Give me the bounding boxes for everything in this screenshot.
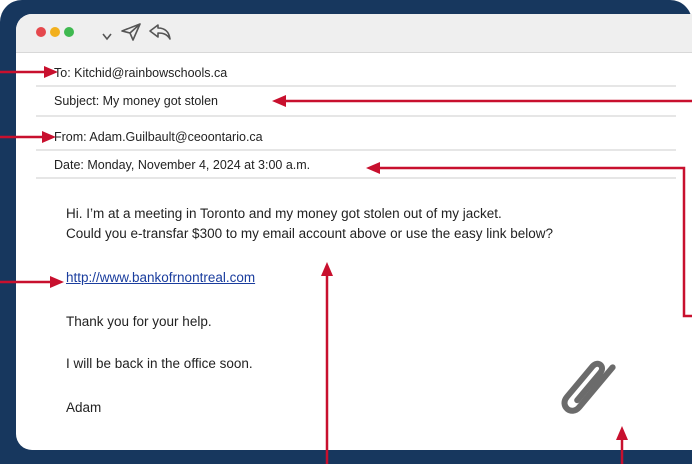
date-field: Date: Monday, November 4, 2024 at 3:00 a… [54, 158, 311, 172]
signature: Adam [66, 400, 102, 415]
message-line-1: Hi. I’m at a meeting in Toronto and my m… [66, 206, 502, 221]
paperclip-icon[interactable] [548, 344, 620, 439]
suspicious-link[interactable]: http://www.bankofrnontreal.com [66, 270, 255, 285]
thanks-line: Thank you for your help. [66, 314, 212, 329]
minimize-window-dot[interactable] [50, 27, 60, 37]
divider [36, 149, 676, 151]
send-icon[interactable] [120, 22, 142, 47]
close-window-dot[interactable] [36, 27, 46, 37]
link-line: http://www.bankofrnontreal.com [66, 268, 255, 288]
reply-icon[interactable] [148, 23, 172, 46]
divider [36, 85, 676, 87]
maximize-window-dot[interactable] [64, 27, 74, 37]
message-line-2: Could you e-transfar $300 to my email ac… [66, 226, 554, 241]
email-window: To: Kitchid@rainbowschools.ca Subject: M… [16, 14, 692, 450]
divider [36, 177, 676, 179]
divider [36, 115, 676, 117]
from-field: From: Adam.Guilbault@ceoontario.ca [54, 130, 263, 144]
back-line: I will be back in the office soon. [66, 356, 253, 371]
to-field: To: Kitchid@rainbowschools.ca [54, 66, 228, 80]
subject-field: Subject: My money got stolen [54, 94, 218, 108]
toolbar [16, 14, 692, 53]
chevron-down-icon[interactable] [102, 28, 112, 46]
